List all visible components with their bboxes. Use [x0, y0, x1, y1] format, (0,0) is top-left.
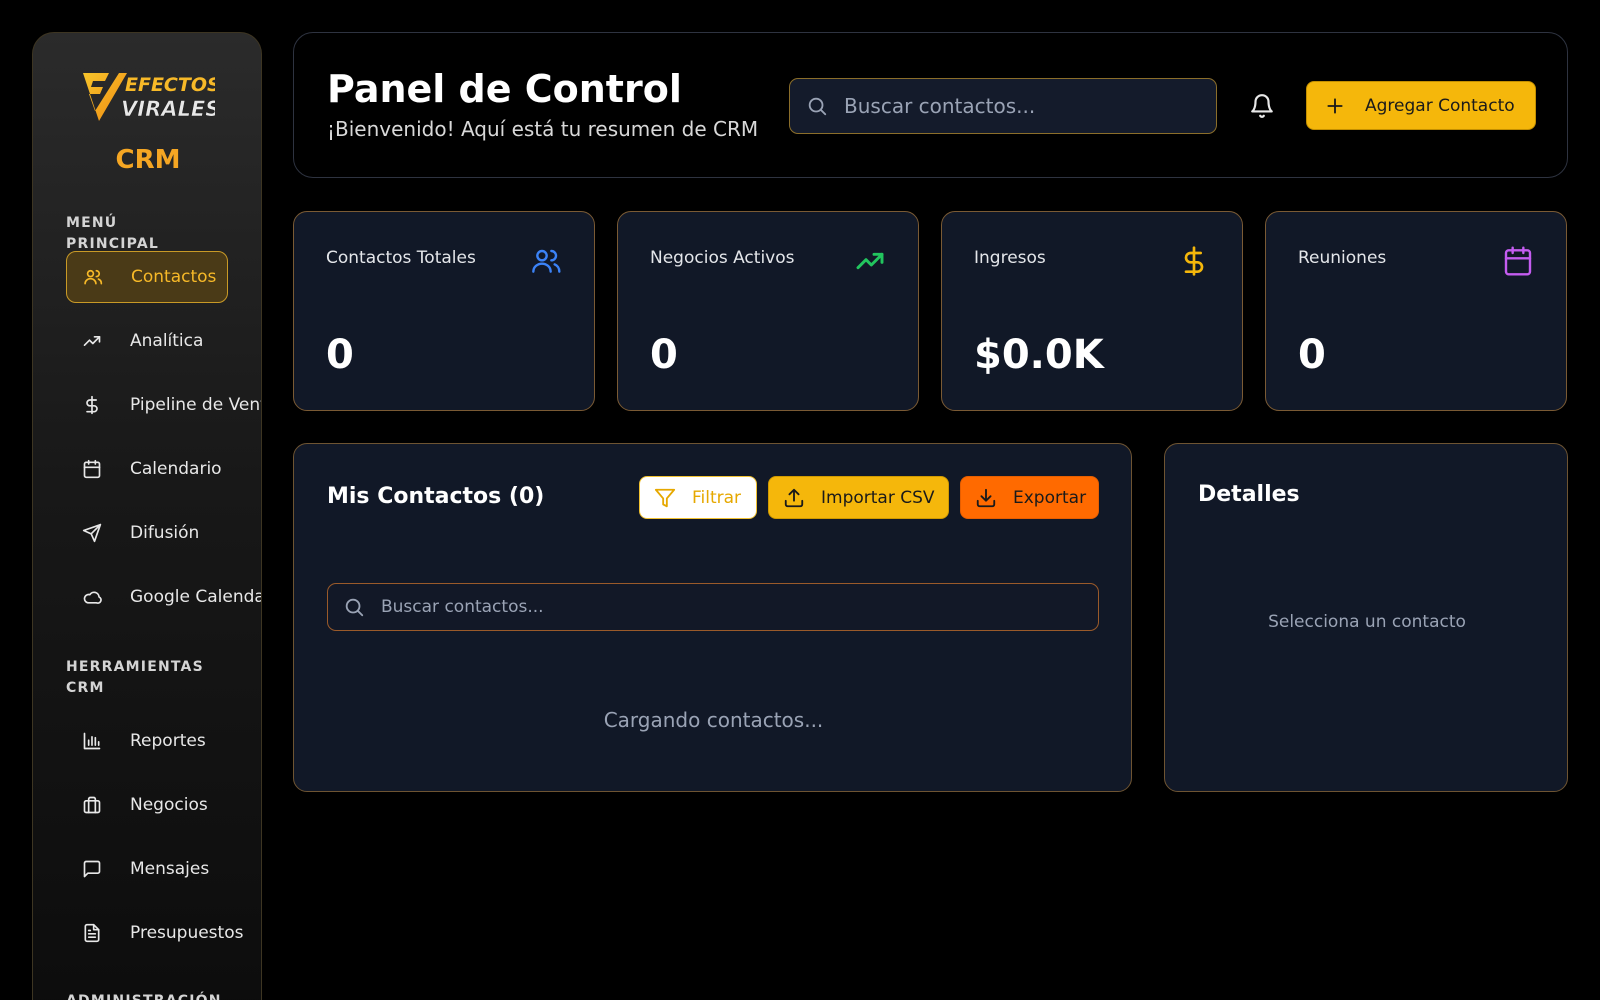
loading-text: Cargando contactos...: [603, 708, 824, 732]
import-label: Importar CSV: [821, 487, 935, 508]
sidebar-item-label: Pipeline de Ventas: [130, 395, 261, 415]
sidebar-item-label: Contactos: [131, 267, 217, 287]
section-label-main: MENÚ PRINCIPAL: [66, 215, 159, 252]
header-search-input[interactable]: [844, 94, 1184, 118]
sidebar-item-label: Difusión: [130, 523, 200, 543]
sidebar-item-reportes[interactable]: Reportes: [66, 715, 261, 767]
page-subtitle: ¡Bienvenido! Aquí está tu resumen de CRM: [327, 117, 759, 141]
users-icon: [532, 249, 561, 273]
stat-card-contacts: Contactos Totales 0: [293, 211, 595, 411]
brand-logo: EFECTOS VIRALES: [79, 67, 215, 127]
sidebar-item-label: Google Calendar: [130, 587, 262, 607]
svg-text:VIRALES: VIRALES: [121, 97, 215, 121]
briefcase-icon: [80, 793, 104, 817]
sidebar-item-calendario[interactable]: Calendario: [66, 443, 261, 495]
stat-label: Ingresos: [974, 248, 1046, 268]
upload-icon: [784, 488, 804, 507]
stat-card-revenue: Ingresos $0.0K: [941, 211, 1243, 411]
filter-button[interactable]: Filtrar: [639, 476, 757, 519]
details-panel: Detalles Selecciona un contacto: [1164, 443, 1568, 792]
stat-label: Reuniones: [1298, 248, 1387, 268]
stat-card-deals: Negocios Activos 0: [617, 211, 919, 411]
stat-card-meetings: Reuniones 0: [1265, 211, 1567, 411]
bell-icon[interactable]: [1249, 93, 1275, 119]
bar-chart-icon: [80, 729, 104, 753]
sidebar-item-mensajes[interactable]: Mensajes: [66, 843, 261, 895]
crm-app: EFECTOS VIRALES CRM MENÚ PRINCIPAL Conta…: [0, 0, 1600, 1000]
app-name: CRM: [115, 145, 181, 175]
stat-value: 0: [1298, 332, 1326, 378]
sidebar-item-negocios[interactable]: Negocios: [66, 779, 261, 831]
users-icon: [81, 265, 105, 289]
sidebar-item-contactos[interactable]: Contactos: [66, 251, 228, 303]
trending-up-icon: [80, 329, 104, 353]
import-csv-button[interactable]: Importar CSV: [768, 476, 949, 519]
calendar-icon: [80, 457, 104, 481]
add-contact-label: Agregar Contacto: [1365, 95, 1515, 116]
svg-text:EFECTOS: EFECTOS: [125, 74, 215, 96]
sidebar-item-label: Analítica: [130, 331, 204, 351]
add-contact-button[interactable]: Agregar Contacto: [1306, 81, 1536, 130]
sidebar-item-pipeline[interactable]: Pipeline de Ventas: [66, 379, 261, 431]
contacts-title: Mis Contactos (0): [327, 484, 545, 509]
sidebar-item-difusion[interactable]: Difusión: [66, 507, 261, 559]
sidebar-item-analitica[interactable]: Analítica: [66, 315, 261, 367]
sidebar-item-presupuestos[interactable]: Presupuestos: [66, 907, 261, 959]
stat-value: 0: [650, 332, 678, 378]
sidebar-item-label: Presupuestos: [130, 923, 244, 943]
stat-value: $0.0K: [974, 332, 1104, 378]
filter-icon: [654, 488, 676, 507]
sidebar-item-label: Reportes: [130, 731, 206, 751]
section-label-tools: HERRAMIENTAS CRM: [66, 659, 204, 696]
sidebar-item-label: Calendario: [130, 459, 222, 479]
contacts-search-input[interactable]: [381, 597, 1081, 617]
dollar-icon: [1184, 246, 1204, 276]
sidebar-item-label: Negocios: [130, 795, 208, 815]
sidebar-item-google-calendar[interactable]: Google Calendar: [66, 571, 262, 623]
calendar-icon: [1504, 246, 1532, 276]
plus-icon: [1327, 97, 1343, 114]
stat-value: 0: [326, 332, 354, 378]
download-icon: [976, 488, 996, 507]
sidebar: EFECTOS VIRALES CRM MENÚ PRINCIPAL Conta…: [32, 32, 262, 1000]
trending-up-icon: [856, 252, 884, 270]
details-title: Detalles: [1198, 482, 1300, 507]
header-card: Panel de Control ¡Bienvenido! Aquí está …: [293, 32, 1568, 178]
search-icon: [345, 598, 364, 617]
contacts-panel: Mis Contactos (0) Filtrar Importar CSV E…: [293, 443, 1132, 792]
stat-label: Contactos Totales: [326, 248, 476, 268]
cloud-icon: [80, 585, 104, 609]
section-label-admin: ADMINISTRACIÓN: [66, 991, 220, 1000]
header-search: [789, 78, 1217, 134]
dollar-icon: [80, 393, 104, 417]
export-label: Exportar: [1013, 487, 1087, 508]
filter-label: Filtrar: [692, 487, 742, 508]
page-title: Panel de Control: [327, 67, 682, 111]
export-button[interactable]: Exportar: [960, 476, 1099, 519]
sidebar-item-label: Mensajes: [130, 859, 210, 879]
file-text-icon: [80, 921, 104, 945]
search-icon: [808, 97, 827, 116]
message-icon: [80, 857, 104, 881]
stat-label: Negocios Activos: [650, 248, 795, 268]
contacts-search: [327, 583, 1099, 631]
details-empty-text: Selecciona un contacto: [1268, 612, 1466, 632]
send-icon: [80, 521, 104, 545]
